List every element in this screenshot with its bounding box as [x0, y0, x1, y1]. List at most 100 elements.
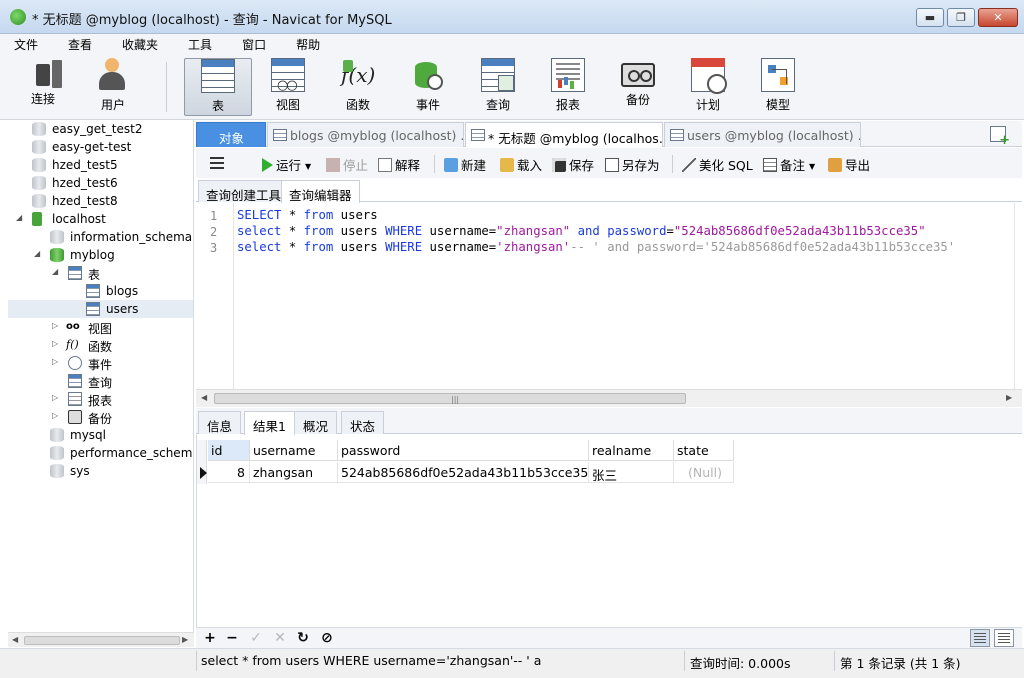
- menu-file[interactable]: 文件: [6, 34, 46, 54]
- collapsed-arrow-icon[interactable]: ▷: [52, 412, 60, 420]
- load-button[interactable]: 载入: [500, 155, 542, 173]
- delete-record-button[interactable]: −: [223, 629, 241, 647]
- maximize-button[interactable]: ❐: [947, 8, 975, 27]
- minimize-button[interactable]: ▬: [916, 8, 944, 27]
- scroll-left-icon[interactable]: ◀: [12, 635, 18, 644]
- model-button[interactable]: 模型: [747, 58, 809, 116]
- tree-item-queries[interactable]: 查询: [8, 372, 193, 390]
- table-cell[interactable]: 524ab85686df0e52ada43b11b53cce35: [338, 462, 589, 483]
- user-button[interactable]: 用户: [82, 58, 144, 116]
- form-view-toggle[interactable]: [994, 629, 1014, 647]
- tab-query-editor[interactable]: 查询编辑器: [281, 180, 360, 203]
- tree-item-backups[interactable]: ▷ 备份: [8, 408, 193, 426]
- grid-view-toggle[interactable]: [970, 629, 990, 647]
- collapsed-arrow-icon[interactable]: ▷: [52, 394, 60, 402]
- collapsed-arrow-icon[interactable]: ▷: [52, 322, 60, 330]
- apply-changes-button[interactable]: ✓: [247, 629, 265, 647]
- tree-item-events[interactable]: ▷ 事件: [8, 354, 193, 372]
- editor-horizontal-scrollbar[interactable]: ◀ ||| ▶: [196, 389, 1022, 407]
- tab-query-builder[interactable]: 查询创建工具: [198, 180, 290, 203]
- scroll-right-icon[interactable]: ▶: [182, 635, 188, 644]
- table-button[interactable]: 表: [184, 58, 252, 116]
- chevron-down-icon[interactable]: ▼: [809, 162, 815, 171]
- editor-vertical-scrollbar[interactable]: [1014, 203, 1023, 389]
- scrollbar-thumb[interactable]: |||: [214, 393, 686, 404]
- column-header-realname[interactable]: realname: [589, 440, 674, 461]
- new-button[interactable]: 新建: [444, 155, 486, 173]
- event-button[interactable]: 事件: [397, 58, 459, 116]
- tree-item-easy-get-test2[interactable]: easy_get_test2: [8, 120, 193, 138]
- column-header-password[interactable]: password: [338, 440, 589, 461]
- beautify-sql-button[interactable]: 美化 SQL: [682, 155, 753, 173]
- discard-changes-button[interactable]: ✕: [271, 629, 289, 647]
- export-button[interactable]: 导出: [828, 155, 870, 173]
- tree-item-views[interactable]: ▷ oo 视图: [8, 318, 193, 336]
- column-header-state[interactable]: state: [674, 440, 734, 461]
- tree-item-hzed-test6[interactable]: hzed_test6: [8, 174, 193, 192]
- tab-info[interactable]: 信息: [198, 411, 242, 434]
- scroll-left-icon[interactable]: ◀: [201, 393, 207, 402]
- column-header-username[interactable]: username: [250, 440, 338, 461]
- stop-loading-button[interactable]: ⊘: [318, 629, 336, 647]
- menu-tools[interactable]: 工具: [180, 34, 220, 54]
- tab-blogs[interactable]: blogs @myblog (localhost) ...: [267, 122, 464, 147]
- tab-profile[interactable]: 概况: [294, 411, 338, 434]
- menu-help[interactable]: 帮助: [288, 34, 328, 54]
- note-button[interactable]: 备注 ▼: [763, 155, 815, 173]
- save-as-button[interactable]: 另存为: [605, 155, 660, 173]
- tree-item-mysql[interactable]: mysql: [8, 426, 193, 444]
- refresh-button[interactable]: ↻: [294, 629, 312, 647]
- table-cell[interactable]: zhangsan: [250, 462, 338, 483]
- tab-objects[interactable]: 对象: [196, 122, 266, 147]
- menu-icon[interactable]: [210, 157, 224, 169]
- sql-editor[interactable]: 1 2 3 SELECT * from users select * from …: [196, 203, 1014, 389]
- tree-item-sys[interactable]: sys: [8, 462, 193, 480]
- report-button[interactable]: 报表: [537, 58, 599, 116]
- tree-item-hzed-test8[interactable]: hzed_test8: [8, 192, 193, 210]
- tree-item-hzed-test5[interactable]: hzed_test5: [8, 156, 193, 174]
- tab-result1[interactable]: 结果1: [244, 411, 295, 435]
- collapsed-arrow-icon[interactable]: ▷: [52, 358, 60, 366]
- tree-item-tables[interactable]: ◢ 表: [8, 264, 193, 282]
- tree-item-functions[interactable]: ▷ f() 函数: [8, 336, 193, 354]
- backup-button[interactable]: 备份: [607, 58, 669, 116]
- function-button[interactable]: f(x) 函数: [327, 58, 389, 116]
- close-button[interactable]: ✕: [978, 8, 1018, 27]
- scroll-right-icon[interactable]: ▶: [1006, 393, 1012, 402]
- tab-untitled-query[interactable]: * 无标题 @myblog (localhos...: [465, 122, 663, 147]
- tree-item-information-schema[interactable]: information_schema: [8, 228, 193, 246]
- view-button[interactable]: 视图: [257, 58, 319, 116]
- new-tab-icon[interactable]: [990, 126, 1010, 148]
- menu-view[interactable]: 查看: [60, 34, 100, 54]
- save-button[interactable]: 保存: [552, 155, 594, 173]
- column-header-id[interactable]: id: [208, 440, 250, 461]
- table-cell[interactable]: 张三: [589, 462, 674, 483]
- table-cell[interactable]: 8: [208, 462, 250, 483]
- tree-horizontal-scrollbar[interactable]: ◀ ▶: [8, 632, 194, 647]
- tree-item-performance-schema[interactable]: performance_schema: [8, 444, 193, 462]
- query-button[interactable]: 查询: [467, 58, 529, 116]
- menu-favorites[interactable]: 收藏夹: [114, 34, 166, 54]
- tab-users[interactable]: users @myblog (localhost) ...: [664, 122, 861, 147]
- schedule-button[interactable]: 计划: [677, 58, 739, 116]
- tab-status[interactable]: 状态: [341, 411, 385, 434]
- expanded-arrow-icon[interactable]: ◢: [16, 214, 24, 222]
- stop-button[interactable]: 停止: [326, 155, 368, 173]
- menu-window[interactable]: 窗口: [234, 34, 274, 54]
- expanded-arrow-icon[interactable]: ◢: [34, 250, 42, 258]
- tree-item-myblog[interactable]: ◢ myblog: [8, 246, 193, 264]
- add-record-button[interactable]: +: [201, 629, 219, 647]
- connect-button[interactable]: 连接: [12, 58, 74, 116]
- expanded-arrow-icon[interactable]: ◢: [52, 268, 60, 276]
- tree-item-users[interactable]: users: [8, 300, 193, 318]
- tree-item-localhost[interactable]: ◢ localhost: [8, 210, 193, 228]
- chevron-down-icon[interactable]: ▼: [305, 162, 311, 171]
- tree-item-easy-get-test[interactable]: easy-get-test: [8, 138, 193, 156]
- scrollbar-thumb[interactable]: [24, 636, 180, 645]
- tree-item-reports[interactable]: ▷ 报表: [8, 390, 193, 408]
- explain-button[interactable]: 解释: [378, 155, 420, 173]
- tree-item-blogs[interactable]: blogs: [8, 282, 193, 300]
- table-cell[interactable]: (Null): [674, 462, 734, 483]
- collapsed-arrow-icon[interactable]: ▷: [52, 340, 60, 348]
- run-button[interactable]: 运行 ▼: [262, 155, 311, 173]
